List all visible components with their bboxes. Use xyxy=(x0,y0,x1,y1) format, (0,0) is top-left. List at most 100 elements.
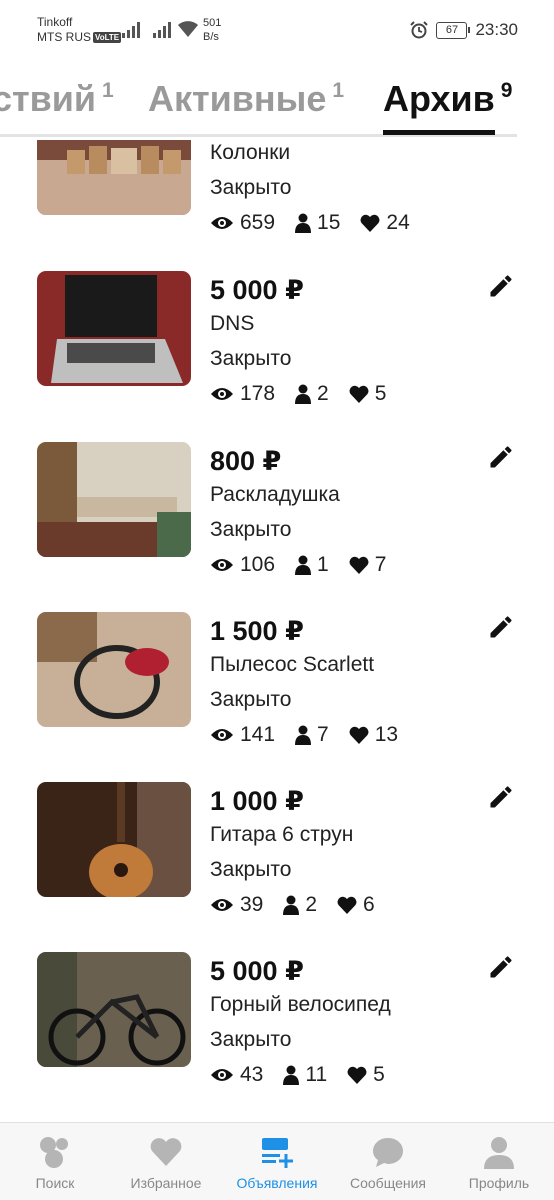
item-status: Закрыто xyxy=(210,347,292,370)
tab-active-ads-count: 1 xyxy=(332,79,345,102)
speakers-photo xyxy=(37,140,191,215)
item-photo[interactable] xyxy=(37,140,191,215)
signal-2-icon xyxy=(153,22,171,38)
item-price: 1 000 ₽ xyxy=(210,786,304,816)
search-bubbles-icon xyxy=(40,1137,68,1168)
chat-icon xyxy=(373,1138,403,1167)
eye-icon xyxy=(211,217,233,229)
heart-icon xyxy=(150,1138,182,1166)
tab-archive[interactable]: Архив 9 xyxy=(383,78,512,120)
speed-value: 501 xyxy=(203,17,222,29)
active-tab-indicator xyxy=(383,130,495,135)
vacuum-photo xyxy=(37,612,191,727)
nav-favorites-label: Избранное xyxy=(130,1175,202,1191)
item-photo[interactable] xyxy=(37,952,191,1067)
item-title[interactable]: Колонки xyxy=(210,141,290,165)
views-count: 43 xyxy=(240,1063,264,1086)
bicycle-photo xyxy=(37,952,191,1067)
battery-indicator: 67 xyxy=(436,21,471,39)
nav-search-label: Поиск xyxy=(35,1175,75,1191)
list-item[interactable]: 1 000 ₽ Гитара 6 струн Закрыто 39 2 6 xyxy=(0,782,554,952)
archive-list[interactable]: Колонки Закрыто 659 15 24 5 000 ₽ DNS За… xyxy=(0,140,554,1122)
item-price: 5 000 ₽ xyxy=(210,275,304,305)
nav-messages-label: Сообщения xyxy=(350,1175,426,1191)
tab-partial-label: ствий xyxy=(0,78,97,119)
carrier-2: MTS RUS xyxy=(37,30,91,44)
item-title[interactable]: Раскладушка xyxy=(210,483,340,507)
contacts-count: 2 xyxy=(305,893,318,916)
item-stats: 659 15 24 xyxy=(210,211,430,235)
views-count: 106 xyxy=(240,553,276,576)
item-photo[interactable] xyxy=(37,612,191,727)
person-icon xyxy=(295,384,312,404)
item-title[interactable]: Горный велосипед xyxy=(210,993,391,1017)
item-price: 5 000 ₽ xyxy=(210,956,304,986)
heart-icon xyxy=(349,726,369,744)
views-count: 178 xyxy=(240,382,276,405)
guitar-photo xyxy=(37,782,191,897)
views-count: 39 xyxy=(240,893,264,916)
speed-unit: B/s xyxy=(203,31,219,43)
person-icon xyxy=(295,725,312,745)
clock: 23:30 xyxy=(475,20,518,39)
likes-count: 6 xyxy=(363,893,375,916)
contacts-count: 11 xyxy=(305,1063,328,1086)
edit-pencil-icon[interactable] xyxy=(487,272,515,300)
alarm-icon xyxy=(410,21,429,39)
tab-archive-label: Архив xyxy=(383,78,495,119)
item-stats: 43 11 5 xyxy=(210,1063,405,1087)
nav-search[interactable]: Поиск xyxy=(0,1123,110,1200)
tab-archive-count: 9 xyxy=(500,79,513,102)
item-title[interactable]: DNS xyxy=(210,312,254,336)
carrier-info: Tinkoff MTS RUS VoLTE xyxy=(37,15,122,45)
list-item[interactable]: 5 000 ₽ Горный велосипед Закрыто 43 11 5 xyxy=(0,952,554,1122)
list-item[interactable]: 800 ₽ Раскладушка Закрыто 106 1 7 xyxy=(0,442,554,612)
edit-pencil-icon[interactable] xyxy=(487,783,515,811)
person-icon xyxy=(283,895,300,915)
item-photo[interactable] xyxy=(37,782,191,897)
eye-icon xyxy=(211,559,233,571)
tab-active-ads-label: Активные xyxy=(148,78,327,119)
nav-ads[interactable]: Объявления xyxy=(222,1123,332,1200)
ads-list-add-icon xyxy=(262,1138,293,1168)
contacts-count: 1 xyxy=(317,553,329,576)
edit-pencil-icon[interactable] xyxy=(487,613,515,641)
item-photo[interactable] xyxy=(37,442,191,557)
laptop-photo xyxy=(37,271,191,386)
eye-icon xyxy=(211,729,233,741)
views-count: 659 xyxy=(240,211,276,234)
volte-badge: VoLTE xyxy=(93,32,122,43)
tab-bar: ствий 1 Активные 1 Архив 9 xyxy=(0,50,554,140)
nav-favorites[interactable]: Избранное xyxy=(111,1123,221,1200)
person-icon xyxy=(295,213,312,233)
edit-pencil-icon[interactable] xyxy=(487,953,515,981)
contacts-count: 15 xyxy=(317,211,341,234)
tab-partial-count: 1 xyxy=(102,79,114,102)
item-title[interactable]: Пылесос Scarlett xyxy=(210,653,374,677)
item-photo[interactable] xyxy=(37,271,191,386)
contacts-count: 2 xyxy=(317,382,329,405)
list-item[interactable]: 1 500 ₽ Пылесос Scarlett Закрыто 141 7 1… xyxy=(0,612,554,782)
heart-icon xyxy=(360,214,380,232)
item-price: 800 ₽ xyxy=(210,446,282,476)
wifi-icon xyxy=(178,21,198,37)
profile-icon xyxy=(484,1137,514,1169)
edit-pencil-icon[interactable] xyxy=(487,443,515,471)
item-title[interactable]: Гитара 6 струн xyxy=(210,823,353,847)
heart-icon xyxy=(349,385,369,403)
nav-messages[interactable]: Сообщения xyxy=(333,1123,443,1200)
item-stats: 178 2 5 xyxy=(210,382,406,406)
person-icon xyxy=(283,1065,300,1085)
likes-count: 7 xyxy=(374,553,387,576)
eye-icon xyxy=(211,388,233,400)
list-item[interactable]: Колонки Закрыто 659 15 24 xyxy=(0,140,554,270)
bottom-navigation: Поиск Избранное Объявления Сообщения Про… xyxy=(0,1122,554,1200)
list-item[interactable]: 5 000 ₽ DNS Закрыто 178 2 5 xyxy=(0,271,554,441)
item-status: Закрыто xyxy=(210,858,292,881)
tab-active-ads[interactable]: Активные 1 xyxy=(148,78,344,120)
tab-partial[interactable]: ствий 1 xyxy=(0,78,114,120)
item-price: 1 500 ₽ xyxy=(210,616,304,646)
signal-1-icon xyxy=(122,22,140,38)
nav-profile[interactable]: Профиль xyxy=(444,1123,554,1200)
person-icon xyxy=(295,555,312,575)
